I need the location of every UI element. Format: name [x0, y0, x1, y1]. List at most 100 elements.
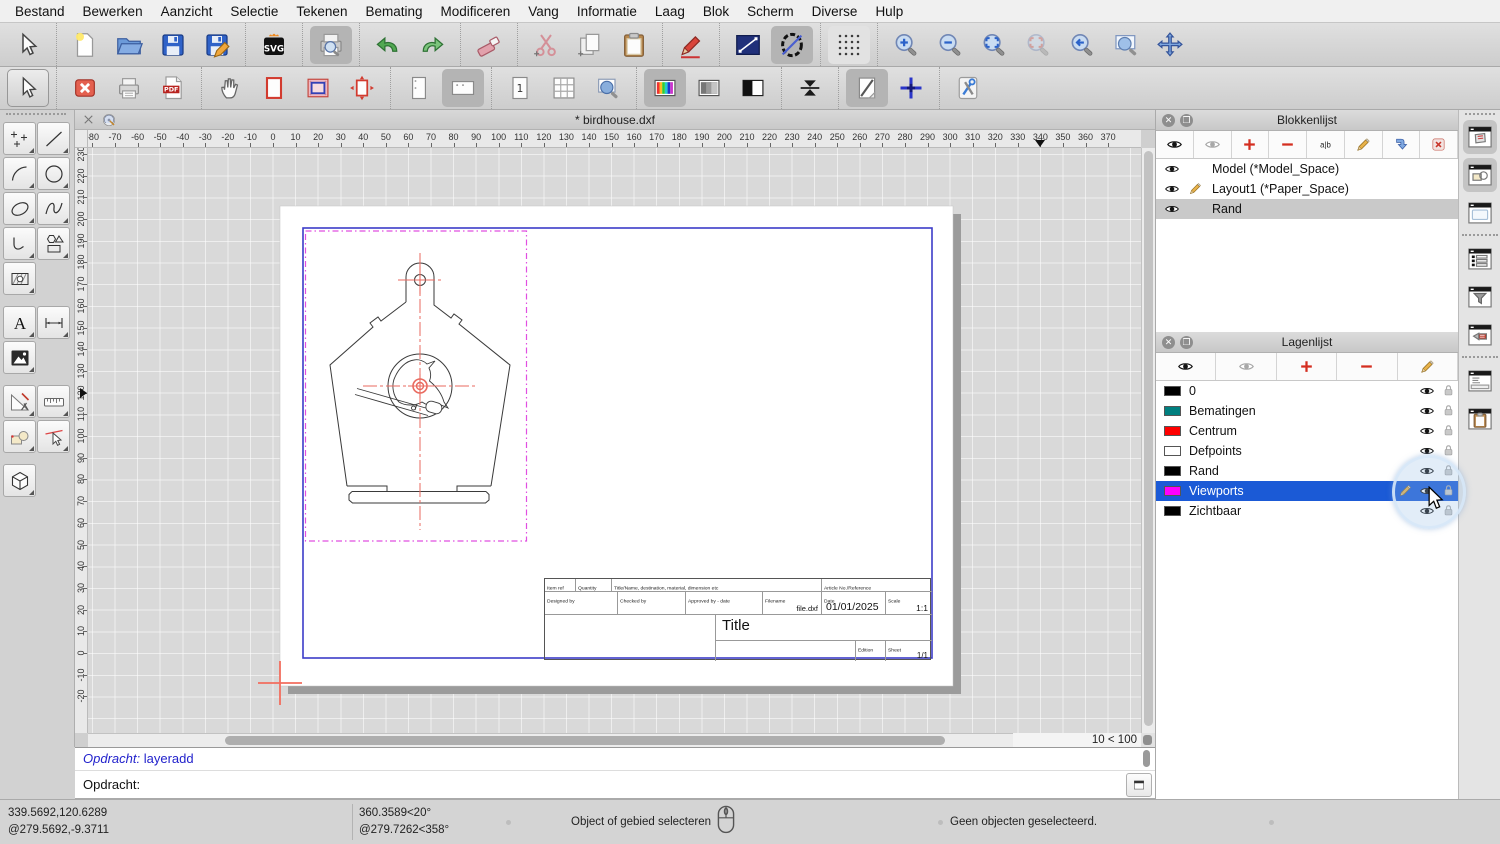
property-editor-panel-toggle[interactable] — [1463, 120, 1497, 154]
measure-tool-button[interactable] — [37, 385, 70, 418]
pan-zoom-button[interactable] — [1149, 26, 1191, 64]
horizontal-scrollbar[interactable] — [88, 733, 1141, 747]
clipboard-panel-panel-toggle[interactable] — [1463, 402, 1497, 436]
remove-block-button[interactable] — [1269, 131, 1307, 158]
draft-mode-button[interactable] — [771, 25, 813, 64]
lineweight-button[interactable] — [789, 69, 831, 107]
color-gray-button[interactable] — [688, 69, 730, 107]
grid-toggle-button[interactable] — [828, 25, 870, 64]
drawing-area[interactable]: Item ref Quantity Title/Name, destinatio… — [88, 148, 1141, 733]
settings-tools-button[interactable] — [947, 69, 989, 107]
dock-drag-handle[interactable] — [1465, 113, 1495, 115]
solid-tool-button[interactable] — [3, 464, 36, 497]
layer-list-panel-toggle[interactable] — [1463, 242, 1497, 276]
crosshair-button[interactable] — [890, 69, 932, 107]
block-row[interactable]: Model (*Model_Space) — [1156, 159, 1458, 179]
modify-tool-button[interactable] — [3, 385, 36, 418]
page-grid-button[interactable] — [543, 69, 585, 107]
show-all-layers-button[interactable] — [1156, 353, 1217, 380]
vertical-scrollbar-thumb[interactable] — [1144, 151, 1153, 726]
menu-hulp[interactable]: Hulp — [866, 0, 912, 23]
pdf-export-button[interactable]: PDF — [152, 69, 194, 107]
delete-block-button[interactable] — [1420, 131, 1458, 158]
menu-modificeren[interactable]: Modificeren — [432, 0, 520, 23]
remove-layer-button[interactable] — [1337, 353, 1398, 380]
layer-lock-icon[interactable] — [1441, 383, 1456, 401]
selection-filter-panel-toggle[interactable] — [1463, 280, 1497, 314]
text-tool-button[interactable]: A — [3, 306, 36, 339]
shapes-tool-button[interactable] — [37, 227, 70, 260]
menu-selectie[interactable]: Selectie — [221, 0, 287, 23]
menu-aanzicht[interactable]: Aanzicht — [152, 0, 222, 23]
edit-layer-button[interactable] — [1398, 353, 1459, 380]
command-options-button[interactable] — [1126, 772, 1152, 797]
layer-visible-icon[interactable] — [1419, 403, 1435, 422]
vertical-scrollbar[interactable] — [1141, 148, 1155, 733]
line-settings-button[interactable] — [727, 26, 769, 64]
menu-vang[interactable]: Vang — [519, 0, 568, 23]
save-as-button[interactable] — [196, 26, 238, 64]
block-list-panel-toggle[interactable] — [1463, 158, 1497, 192]
new-file-button[interactable] — [64, 26, 106, 64]
layer-visible-icon[interactable] — [1419, 423, 1435, 442]
layer-lock-icon[interactable] — [1441, 403, 1456, 421]
menu-scherm[interactable]: Scherm — [738, 0, 803, 23]
point-tool-button[interactable] — [3, 122, 36, 155]
preview-zoom-button[interactable] — [587, 69, 629, 107]
viewport-box-button[interactable] — [297, 69, 339, 107]
page-portrait-button[interactable] — [398, 69, 440, 107]
add-block-button[interactable] — [1232, 131, 1270, 158]
pan-hand-button[interactable] — [209, 69, 251, 107]
eraser-button[interactable] — [468, 26, 510, 64]
circle-tool-button[interactable] — [37, 157, 70, 190]
close-doc-button[interactable] — [64, 69, 106, 107]
command-history-scrollbar[interactable] — [1143, 750, 1150, 767]
block-row[interactable]: Rand — [1156, 199, 1458, 219]
layer-lock-icon[interactable] — [1441, 423, 1456, 441]
hatch-tool-button[interactable] — [3, 262, 36, 295]
zoom-selection-button[interactable] — [1017, 26, 1059, 64]
polyline-tool-button[interactable] — [3, 227, 36, 260]
fit-border-button[interactable] — [341, 69, 383, 107]
edit-block-button[interactable] — [1345, 131, 1383, 158]
property-pencil-button[interactable] — [670, 26, 712, 64]
color-full-button[interactable] — [644, 69, 686, 107]
insert-block-button[interactable] — [1383, 131, 1421, 158]
menu-blok[interactable]: Blok — [694, 0, 738, 23]
library-browser-panel-toggle[interactable] — [1463, 196, 1497, 230]
spline-tool-button[interactable] — [37, 192, 70, 225]
paste-button[interactable] — [613, 26, 655, 64]
color-bw-button[interactable] — [732, 69, 774, 107]
layer-row[interactable]: 0 — [1156, 381, 1458, 401]
svg-export-button[interactable]: SVG — [253, 26, 295, 64]
page-landscape-button[interactable] — [442, 69, 484, 107]
menu-tekenen[interactable]: Tekenen — [287, 0, 356, 23]
menu-diverse[interactable]: Diverse — [803, 0, 867, 23]
draft-page-button[interactable] — [846, 69, 888, 107]
command-line-panel-toggle[interactable] — [1463, 364, 1497, 398]
command-tools-panel-toggle[interactable] — [1463, 318, 1497, 352]
layer-visible-icon[interactable] — [1419, 383, 1435, 402]
zoom-out-button[interactable] — [929, 26, 971, 64]
zoom-window-button[interactable] — [1105, 26, 1147, 64]
menu-bestand[interactable]: Bestand — [6, 0, 74, 23]
redo-button[interactable] — [411, 26, 453, 64]
select-entity-tool-button[interactable] — [37, 420, 70, 453]
command-input[interactable] — [146, 772, 1126, 797]
horizontal-scrollbar-thumb[interactable] — [225, 736, 945, 745]
undo-button[interactable] — [367, 26, 409, 64]
menu-laag[interactable]: Laag — [646, 0, 694, 23]
copy-button[interactable] — [569, 26, 611, 64]
line-tool-button[interactable] — [37, 122, 70, 155]
menu-bemating[interactable]: Bemating — [356, 0, 431, 23]
block-row[interactable]: Layout1 (*Paper_Space) — [1156, 179, 1458, 199]
zoom-previous-button[interactable] — [1061, 26, 1103, 64]
print-button[interactable] — [108, 69, 150, 107]
save-button[interactable] — [152, 26, 194, 64]
page-single-button[interactable]: 1 — [499, 69, 541, 107]
rename-block-button[interactable]: a|b — [1307, 131, 1345, 158]
palette-drag-handle[interactable] — [6, 113, 66, 119]
menu-bewerken[interactable]: Bewerken — [74, 0, 152, 23]
image-tool-button[interactable] — [3, 341, 36, 374]
layer-row[interactable]: Bematingen — [1156, 401, 1458, 421]
